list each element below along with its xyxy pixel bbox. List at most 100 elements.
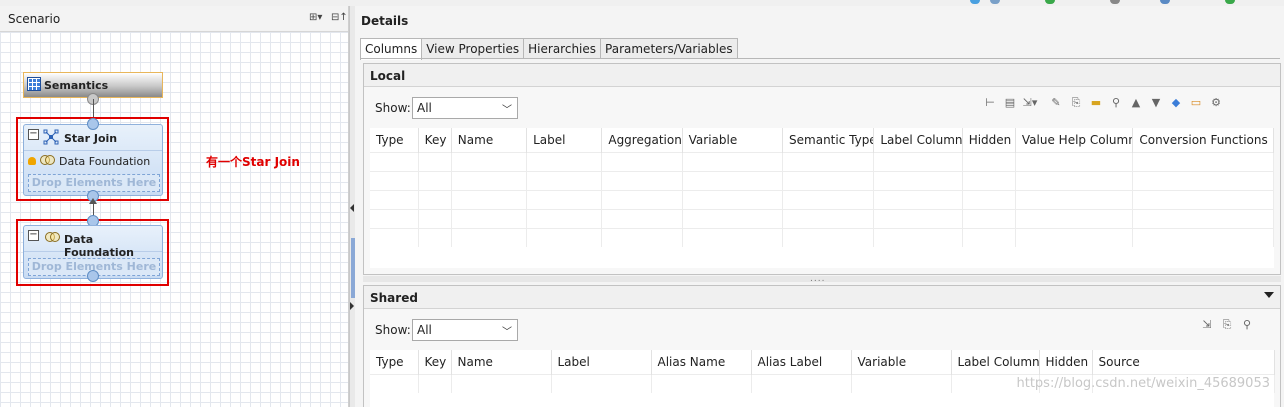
show-label: Show: (375, 323, 411, 337)
column-header[interactable]: Key (418, 128, 452, 152)
tab-parameters-variables[interactable]: Parameters/Variables (600, 38, 738, 59)
import-icon[interactable]: ⇲▾ (1021, 95, 1039, 111)
shared-body: Show: All ﹀ ⇲ ⎘ ⚲ Type Key Name Label Al… (364, 309, 1280, 407)
data-foundation-title: Data Foundation (64, 233, 135, 259)
collapse-node-icon[interactable]: − (28, 230, 39, 241)
measure-icon[interactable]: ▭ (1187, 95, 1205, 111)
sash-grip: .... (810, 274, 826, 284)
cube-icon (28, 157, 36, 165)
tab-view-properties[interactable]: View Properties (421, 38, 525, 59)
local-header: Local (364, 64, 1280, 87)
scenario-panel: Scenario ⊞▾ ⊟↑ Semantics − Star Join Dat… (0, 6, 349, 407)
collapse-all-icon[interactable]: ⊟↑ (331, 12, 348, 23)
toolbar-icon[interactable] (1110, 0, 1120, 4)
column-header[interactable]: Hidden (962, 128, 1016, 152)
local-section: Local Show: All ﹀ ⊢ ▤ ⇲▾ ✎ ⎘ ▬ ⚲ ▲ ▼ ◆ ▭… (363, 63, 1281, 275)
star-join-child-label: Data Foundation (59, 155, 151, 168)
star-join-input-port[interactable] (87, 118, 99, 130)
column-header[interactable]: Semantic Type (782, 128, 875, 152)
column-header[interactable]: Value Help Column (1015, 128, 1134, 152)
scenario-header: Scenario ⊞▾ ⊟↑ (0, 6, 348, 32)
collapse-node-icon[interactable]: − (28, 129, 39, 140)
details-panel: Details Columns View Properties Hierarch… (355, 6, 1284, 407)
column-header[interactable]: Name (451, 350, 552, 374)
local-title: Local (370, 69, 406, 83)
edit-icon[interactable]: ✎ (1047, 95, 1065, 111)
annotation-text: 有一个Star Join (206, 155, 300, 169)
tab-hierarchies[interactable]: Hierarchies (523, 38, 602, 59)
connector-arrow (89, 198, 97, 204)
chevron-down-icon: ﹀ (502, 105, 512, 116)
scenario-canvas[interactable]: Semantics − Star Join Data Foundation Dr… (0, 32, 348, 407)
export-icon[interactable]: ⎘ (1067, 95, 1085, 111)
column-header[interactable]: Variable (851, 350, 952, 374)
column-header[interactable]: Key (418, 350, 452, 374)
local-header-row: Type Key Name Label Aggregation Variable… (370, 128, 1274, 152)
semantics-icon (27, 77, 41, 91)
column-header[interactable]: Label (526, 128, 603, 152)
shared-section: Shared Show: All ﹀ ⇲ ⎘ ⚲ Type Key Name L… (363, 285, 1281, 407)
table-row[interactable] (370, 208, 1274, 228)
export-icon[interactable]: ⎘ (1218, 317, 1236, 333)
local-toolbar: ⊢ ▤ ⇲▾ ✎ ⎘ ▬ ⚲ ▲ ▼ ◆ ▭ ⚙ (979, 95, 1225, 111)
column-header[interactable]: Type (370, 128, 419, 152)
join-rings-icon (45, 232, 61, 243)
column-header[interactable]: Variable (682, 128, 784, 152)
data-foundation-header: − Data Foundation (24, 226, 162, 259)
watermark-text: https://blog.csdn.net/weixin_45689053 (1016, 376, 1270, 391)
table-row[interactable] (370, 170, 1274, 190)
toolbar-icon[interactable] (1160, 0, 1170, 4)
scenario-title: Scenario (8, 12, 61, 26)
toolbar-icon[interactable] (990, 0, 1000, 4)
expand-all-icon[interactable]: ⊞▾ (309, 12, 322, 23)
semantics-label: Semantics (44, 79, 109, 92)
move-down-icon[interactable]: ▼ (1147, 95, 1165, 111)
toolbar-icon[interactable] (970, 0, 980, 4)
shared-toolbar: ⇲ ⎘ ⚲ (1196, 317, 1256, 333)
column-header[interactable]: Name (451, 128, 528, 152)
import-icon[interactable]: ⇲ (1198, 317, 1216, 333)
folder-icon[interactable]: ▬ (1087, 95, 1105, 111)
move-up-icon[interactable]: ▲ (1127, 95, 1145, 111)
expand-right-arrow[interactable] (350, 302, 354, 310)
details-title: Details (361, 14, 409, 28)
section-sash[interactable]: .... (363, 274, 1281, 284)
show-filter-value: All (417, 101, 432, 115)
show-filter-select[interactable]: All ﹀ (412, 97, 518, 119)
collapse-section-icon[interactable] (1264, 292, 1274, 298)
collapse-left-arrow[interactable] (350, 204, 354, 212)
show-filter-select[interactable]: All ﹀ (412, 319, 518, 341)
shared-title: Shared (370, 291, 418, 305)
find-icon[interactable]: ⚲ (1238, 317, 1256, 333)
table-row[interactable] (370, 189, 1274, 209)
column-header[interactable]: Alias Label (751, 350, 852, 374)
data-foundation-bottom-port[interactable] (87, 270, 99, 282)
join-rings-icon (39, 155, 56, 166)
column-header[interactable]: Label Column (951, 350, 1040, 374)
star-join-node[interactable]: − Star Join Data Foundation Drop Element… (23, 124, 163, 196)
settings-icon[interactable]: ⚙ (1207, 95, 1225, 111)
find-icon[interactable]: ⚲ (1107, 95, 1125, 111)
column-header[interactable]: Hidden (1039, 350, 1093, 374)
star-join-child-row[interactable]: Data Foundation (28, 155, 150, 168)
toolbar-icon[interactable] (1225, 0, 1235, 4)
column-header[interactable]: Label (551, 350, 652, 374)
column-header[interactable]: Source (1092, 350, 1275, 374)
table-row[interactable] (370, 227, 1274, 247)
document-icon[interactable]: ▤ (1001, 95, 1019, 111)
add-column-icon[interactable]: ⊢ (981, 95, 999, 111)
column-header[interactable]: Type (370, 350, 419, 374)
bookmark-icon[interactable]: ◆ (1167, 95, 1185, 111)
column-header[interactable]: Aggregation (601, 128, 683, 152)
column-header[interactable]: Conversion Functions (1132, 128, 1274, 152)
table-row[interactable] (370, 151, 1274, 171)
details-tabs: Columns View Properties Hierarchies Para… (360, 38, 738, 60)
local-columns-grid[interactable]: Type Key Name Label Aggregation Variable… (370, 128, 1274, 268)
column-header[interactable]: Label Column (873, 128, 963, 152)
tab-columns[interactable]: Columns (360, 38, 423, 60)
toolbar-icon[interactable] (1045, 0, 1055, 4)
local-body: Show: All ﹀ ⊢ ▤ ⇲▾ ✎ ⎘ ▬ ⚲ ▲ ▼ ◆ ▭ ⚙ Typ… (364, 87, 1280, 274)
column-header[interactable]: Alias Name (651, 350, 752, 374)
shared-header-row: Type Key Name Label Alias Name Alias Lab… (370, 350, 1275, 374)
chevron-down-icon: ﹀ (502, 327, 512, 338)
